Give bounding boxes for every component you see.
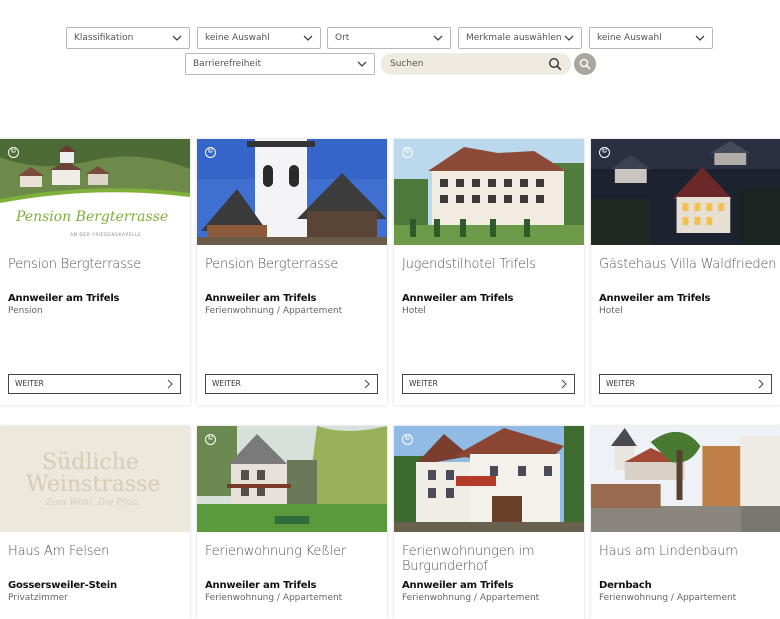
barrierefreiheit-select[interactable]: Barrierefreiheit bbox=[185, 53, 375, 75]
listing-place: Annweiler am Trifels bbox=[205, 580, 317, 591]
listing-image: © bbox=[591, 139, 780, 245]
weiter-button[interactable]: WEITER bbox=[205, 374, 378, 394]
chevron-down-icon bbox=[695, 35, 705, 41]
listing-place: Annweiler am Trifels bbox=[205, 293, 317, 304]
listing-category: Hotel bbox=[599, 306, 623, 316]
copyright-icon: © bbox=[8, 147, 19, 158]
listing-title: Pension Bergterrasse bbox=[205, 257, 339, 272]
listing-place: Annweiler am Trifels bbox=[599, 293, 711, 304]
auswahl-select-1[interactable]: keine Auswahl bbox=[197, 27, 321, 49]
pension-logo-subtitle: AN DER FRIEDENSKAPELLE bbox=[70, 233, 142, 238]
search-icon bbox=[579, 58, 591, 70]
search-input[interactable]: Suchen bbox=[381, 53, 571, 75]
weiter-label: WEITER bbox=[212, 379, 241, 388]
ort-select[interactable]: Ort bbox=[327, 27, 451, 49]
listing-image: Südliche Weinstrasse Zum Wohl. Die Pfalz… bbox=[0, 426, 190, 532]
listing-card[interactable]: Südliche Weinstrasse Zum Wohl. Die Pfalz… bbox=[0, 426, 190, 619]
merkmale-select[interactable]: Merkmale auswählen bbox=[458, 27, 582, 49]
chevron-down-icon bbox=[564, 35, 574, 41]
auswahl-label-1: keine Auswahl bbox=[205, 33, 270, 43]
listing-image bbox=[591, 426, 780, 532]
listing-image: © bbox=[394, 139, 584, 245]
listing-place: Annweiler am Trifels bbox=[402, 293, 514, 304]
listing-title-line1: Ferienwohnungen im bbox=[402, 544, 535, 559]
listing-category: Ferienwohnung / Appartement bbox=[599, 593, 737, 603]
listing-image: © bbox=[197, 426, 387, 532]
listing-image: © bbox=[197, 139, 387, 245]
listing-category: Ferienwohnung / Appartement bbox=[205, 306, 343, 316]
search-placeholder: Suchen bbox=[390, 59, 424, 69]
listing-category: Ferienwohnung / Appartement bbox=[205, 593, 343, 603]
copyright-icon: © bbox=[599, 147, 610, 158]
listing-card[interactable]: Haus am Lindenbaum Dernbach Ferienwohnun… bbox=[591, 426, 780, 619]
weiter-label: WEITER bbox=[15, 379, 44, 388]
chevron-right-icon bbox=[561, 379, 567, 389]
listing-card[interactable]: Pension Bergterrasse AN DER FRIEDENSKAPE… bbox=[0, 139, 190, 405]
search-submit-button[interactable] bbox=[574, 53, 596, 75]
klassifikation-select[interactable]: Klassifikation bbox=[66, 27, 190, 49]
listing-title: Haus Am Felsen bbox=[8, 544, 110, 559]
listing-title: Gästehaus Villa Waldfrieden bbox=[599, 257, 777, 272]
listing-category: Privatzimmer bbox=[8, 593, 68, 603]
listing-title-line2: Burgunderhof bbox=[402, 559, 488, 574]
listing-title: Pension Bergterrasse bbox=[8, 257, 142, 272]
listing-category: Pension bbox=[8, 306, 43, 316]
listing-image: Pension Bergterrasse AN DER FRIEDENSKAPE… bbox=[0, 139, 190, 245]
listing-card[interactable]: © Gästehaus Villa Waldfrieden Annweiler … bbox=[591, 139, 780, 405]
chevron-down-icon bbox=[357, 61, 367, 67]
weiter-button[interactable]: WEITER bbox=[599, 374, 772, 394]
barrierefreiheit-label: Barrierefreiheit bbox=[193, 59, 261, 69]
chevron-right-icon bbox=[364, 379, 370, 389]
weiter-button[interactable]: WEITER bbox=[8, 374, 181, 394]
copyright-icon: © bbox=[205, 147, 216, 158]
ort-label: Ort bbox=[335, 33, 350, 43]
listing-category: Ferienwohnung / Appartement bbox=[402, 593, 540, 603]
listing-card[interactable]: © Pension Bergterrasse Annweiler am Trif… bbox=[197, 139, 387, 405]
weiter-button[interactable]: WEITER bbox=[402, 374, 575, 394]
copyright-icon: © bbox=[402, 147, 413, 158]
listing-place: Annweiler am Trifels bbox=[8, 293, 120, 304]
listing-place: Dernbach bbox=[599, 580, 652, 591]
chevron-right-icon bbox=[758, 379, 764, 389]
search-icon bbox=[548, 57, 562, 71]
klassifikation-label: Klassifikation bbox=[74, 33, 134, 43]
weinstrasse-logo-line2: Weinstrasse bbox=[26, 472, 161, 497]
copyright-icon: © bbox=[402, 434, 413, 445]
weiter-label: WEITER bbox=[409, 379, 438, 388]
listing-category: Hotel bbox=[402, 306, 426, 316]
chevron-down-icon bbox=[172, 35, 182, 41]
weinstrasse-logo-tagline: Zum Wohl. Die Pfalz. bbox=[46, 498, 142, 508]
listing-title: Jugendstilhotel Trifels bbox=[402, 257, 536, 272]
copyright-icon: © bbox=[205, 434, 216, 445]
listing-place: Gossersweiler-Stein bbox=[8, 580, 117, 591]
listing-title: Ferienwohnung Keßler bbox=[205, 544, 347, 559]
listing-image: © bbox=[394, 426, 584, 532]
auswahl-label-2: keine Auswahl bbox=[597, 33, 662, 43]
listing-title: Haus am Lindenbaum bbox=[599, 544, 738, 559]
merkmale-label: Merkmale auswählen bbox=[466, 33, 562, 43]
listing-place: Annweiler am Trifels bbox=[402, 580, 514, 591]
chevron-down-icon bbox=[303, 35, 313, 41]
listing-card[interactable]: © Ferienwohnungen im Burgunderhof Annwei… bbox=[394, 426, 584, 619]
pension-logo: Pension Bergterrasse bbox=[16, 209, 169, 225]
chevron-down-icon bbox=[433, 35, 443, 41]
weiter-label: WEITER bbox=[606, 379, 635, 388]
listing-card[interactable]: © Ferienwohnung Keßler Annweiler am Trif… bbox=[197, 426, 387, 619]
chevron-right-icon bbox=[167, 379, 173, 389]
listing-card[interactable]: © Jugendstilhotel Trifels Annweiler am T… bbox=[394, 139, 584, 405]
auswahl-select-2[interactable]: keine Auswahl bbox=[589, 27, 713, 49]
